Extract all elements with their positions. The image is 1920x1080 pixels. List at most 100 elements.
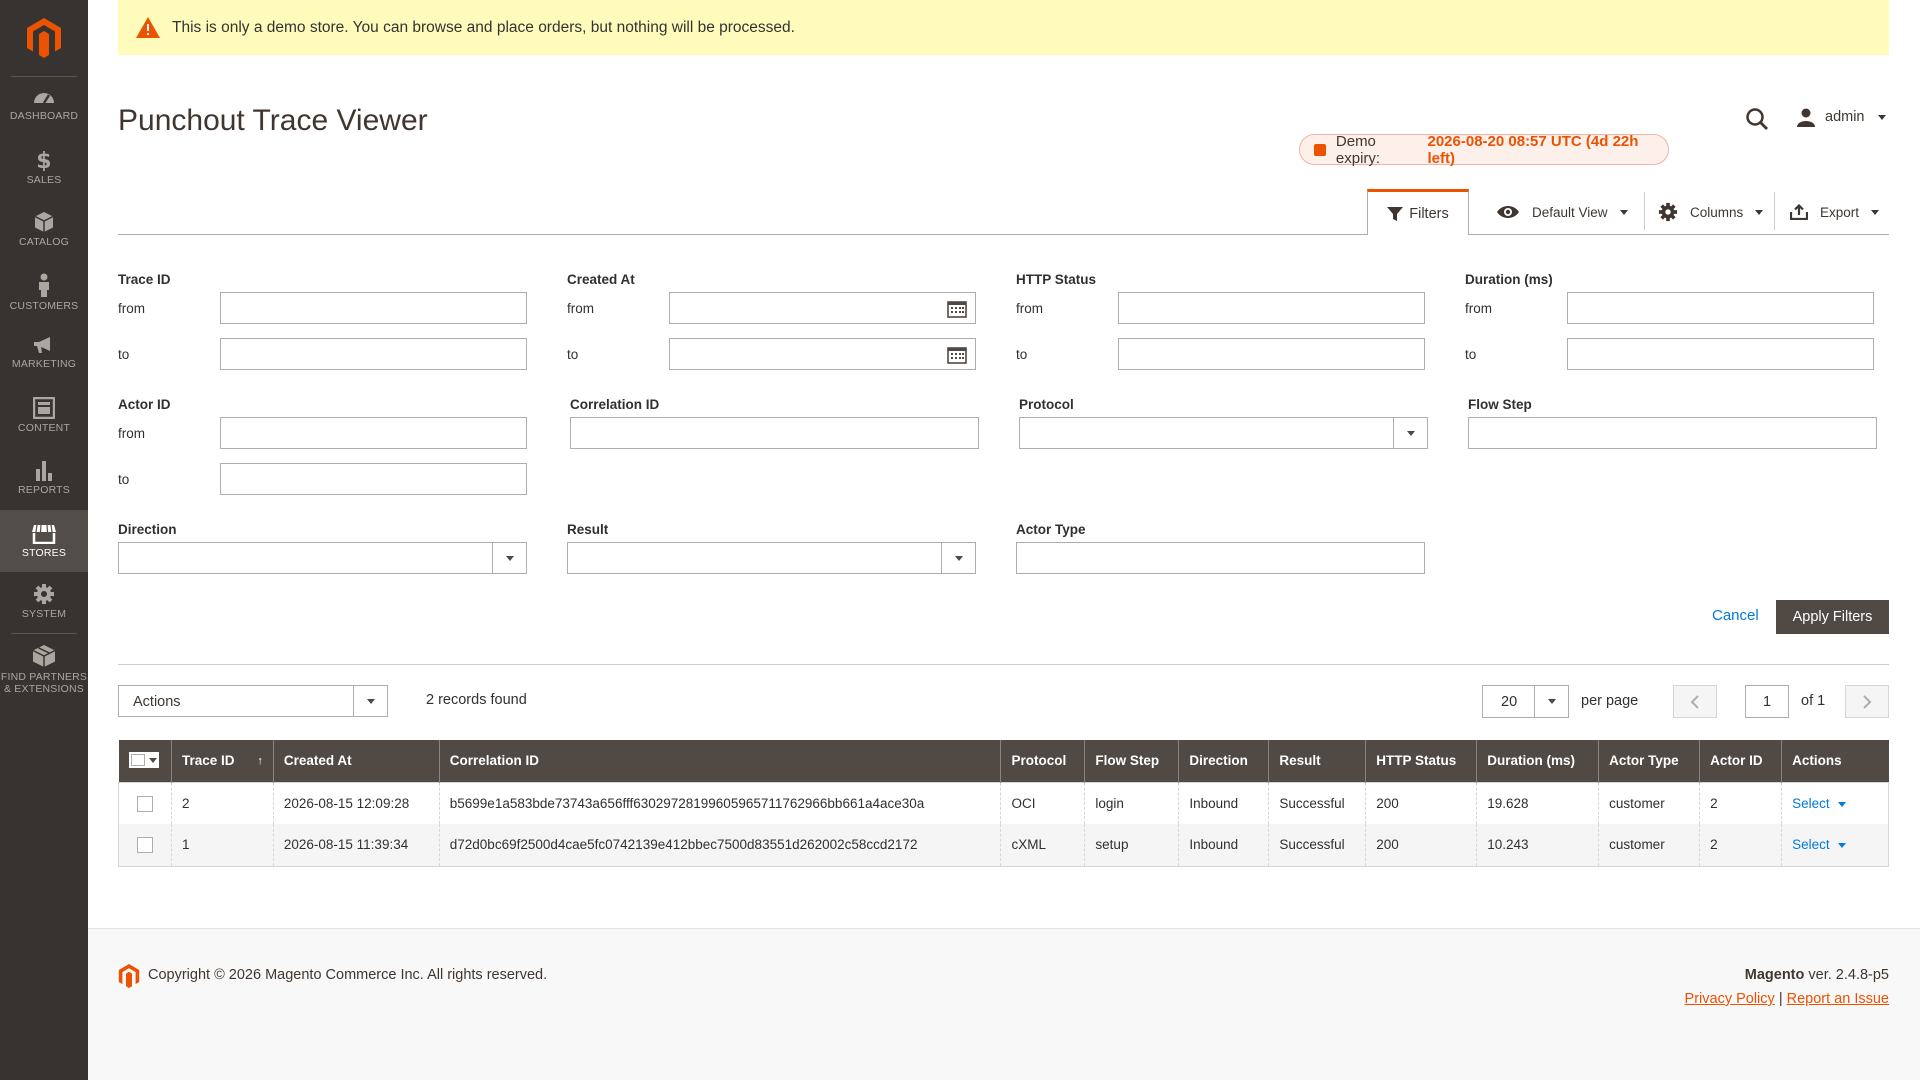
previous-page-button[interactable] — [1673, 685, 1717, 718]
http-status-from-input[interactable] — [1118, 292, 1425, 324]
search-icon[interactable] — [1745, 107, 1769, 134]
table-header-row: Trace ID ↑ Created At Correlation ID Prot… — [118, 740, 1889, 782]
sidebar-item-sales[interactable]: $ SALES — [0, 149, 88, 211]
cancel-button[interactable]: Cancel — [1712, 607, 1759, 624]
layout-icon — [33, 397, 55, 419]
filter-label-actor-id: Actor ID — [118, 397, 171, 412]
calendar-icon[interactable] — [947, 346, 967, 364]
filters-button[interactable]: Filters — [1367, 189, 1469, 235]
trace-id-to-input[interactable] — [220, 338, 527, 370]
cell-direction: Inbound — [1178, 824, 1269, 866]
table-row[interactable]: 2 2026-08-15 12:09:28 b5699e1a583bde7374… — [118, 782, 1889, 824]
column-header-flow-step[interactable]: Flow Step — [1084, 740, 1179, 782]
table-row[interactable]: 1 2026-08-15 11:39:34 d72d0bc69f2500d4ca… — [118, 824, 1889, 866]
actor-id-to-input[interactable] — [220, 463, 527, 495]
columns-button[interactable]: Columns — [1658, 197, 1764, 227]
created-at-to-input[interactable] — [669, 338, 976, 370]
admin-sidebar: DASHBOARD $ SALES CATALOG CUSTOMERS MARK… — [0, 0, 88, 1080]
admin-username: admin — [1825, 109, 1865, 125]
filter-label-trace-id: Trace ID — [118, 272, 171, 287]
version-info: Magento ver. 2.4.8-p5 — [1745, 967, 1889, 983]
column-header-trace-id[interactable]: Trace ID ↑ — [170, 740, 274, 782]
column-header-created-at[interactable]: Created At — [272, 740, 440, 782]
per-page-label: per page — [1581, 693, 1639, 709]
privacy-policy-link[interactable]: Privacy Policy — [1685, 991, 1775, 1007]
flow-step-input[interactable] — [1468, 417, 1877, 449]
page-total: of 1 — [1801, 693, 1826, 709]
admin-user-menu[interactable]: admin — [1796, 107, 1886, 127]
row-select-action[interactable]: Select — [1792, 837, 1846, 852]
http-status-to-input[interactable] — [1118, 338, 1425, 370]
select-all-checkbox[interactable] — [118, 740, 172, 782]
duration-to-input[interactable] — [1567, 338, 1874, 370]
next-page-button[interactable] — [1845, 685, 1889, 718]
trace-id-from-input[interactable] — [220, 292, 527, 324]
default-view-button[interactable]: Default View — [1496, 197, 1628, 227]
direction-select[interactable] — [118, 542, 527, 574]
chevron-down-icon — [1837, 801, 1846, 807]
sidebar-item-stores[interactable]: STORES — [0, 510, 88, 572]
row-checkbox[interactable] — [137, 795, 153, 812]
cell-protocol: OCI — [1000, 782, 1085, 824]
column-header-actor-type[interactable]: Actor Type — [1598, 740, 1700, 782]
calendar-icon[interactable] — [947, 300, 967, 318]
column-header-correlation-id[interactable]: Correlation ID — [438, 740, 1001, 782]
filter-from-label: from — [1465, 301, 1492, 316]
page-footer — [88, 928, 1920, 1080]
sidebar-item-system[interactable]: SYSTEM — [0, 583, 88, 645]
protocol-select[interactable] — [1019, 417, 1428, 449]
report-issue-link[interactable]: Report an Issue — [1787, 991, 1889, 1007]
column-header-actions: Actions — [1781, 740, 1889, 782]
mass-actions-select[interactable]: Actions — [118, 685, 388, 717]
filter-label-created-at: Created At — [567, 272, 635, 287]
actor-type-input[interactable] — [1016, 542, 1425, 574]
sidebar-item-marketing[interactable]: MARKETING — [0, 335, 88, 397]
row-select-action[interactable]: Select — [1792, 796, 1846, 811]
apply-filters-button[interactable]: Apply Filters — [1776, 600, 1889, 634]
column-header-protocol[interactable]: Protocol — [1000, 740, 1085, 782]
dollar-icon: $ — [36, 149, 51, 171]
cell-flow-step: login — [1084, 782, 1179, 824]
sort-arrow-icon: ↑ — [257, 755, 263, 768]
filter-from-label: from — [118, 426, 145, 441]
filter-to-label: to — [118, 347, 130, 362]
sidebar-item-dashboard[interactable]: DASHBOARD — [0, 87, 88, 149]
extensions-icon — [32, 645, 56, 667]
magento-footer-logo-icon — [118, 964, 140, 991]
result-select[interactable] — [567, 542, 976, 574]
sidebar-item-label: SYSTEM — [21, 608, 67, 620]
export-button[interactable]: Export — [1790, 197, 1880, 227]
gear-icon — [34, 584, 54, 604]
column-header-direction[interactable]: Direction — [1178, 740, 1269, 782]
sidebar-item-catalog[interactable]: CATALOG — [0, 211, 88, 273]
row-checkbox[interactable] — [137, 837, 153, 854]
created-at-from-input[interactable] — [669, 292, 976, 324]
cell-actor-id: 2 — [1699, 824, 1782, 866]
filter-to-label: to — [1016, 347, 1028, 362]
actor-id-from-input[interactable] — [220, 417, 527, 449]
sidebar-item-customers[interactable]: CUSTOMERS — [0, 273, 88, 335]
per-page-select[interactable]: 20 — [1482, 685, 1569, 718]
column-header-actor-id[interactable]: Actor ID — [1699, 740, 1782, 782]
column-header-result[interactable]: Result — [1268, 740, 1366, 782]
correlation-id-input[interactable] — [570, 417, 979, 449]
page-number-input[interactable]: 1 — [1745, 685, 1789, 718]
export-label: Export — [1820, 204, 1860, 220]
sidebar-item-find-partners[interactable]: FIND PARTNERS & EXTENSIONS — [0, 644, 88, 714]
filter-from-label: from — [567, 301, 594, 316]
chevron-down-icon — [1755, 209, 1764, 215]
column-header-http-status[interactable]: HTTP Status — [1365, 740, 1477, 782]
person-icon — [39, 273, 49, 297]
chevron-down-icon — [1871, 209, 1880, 215]
per-page-value: 20 — [1501, 694, 1518, 710]
sidebar-item-content[interactable]: CONTENT — [0, 397, 88, 459]
sidebar-item-label-2: & EXTENSIONS — [3, 683, 84, 695]
sidebar-item-label: DASHBOARD — [9, 110, 79, 122]
sidebar-item-label: FIND PARTNERS — [0, 671, 88, 683]
magento-logo-icon[interactable] — [26, 18, 62, 58]
column-header-label: Trace ID — [181, 753, 235, 769]
sidebar-item-label: STORES — [21, 547, 67, 559]
chevron-down-icon — [492, 543, 526, 573]
column-header-duration[interactable]: Duration (ms) — [1476, 740, 1599, 782]
duration-from-input[interactable] — [1567, 292, 1874, 324]
